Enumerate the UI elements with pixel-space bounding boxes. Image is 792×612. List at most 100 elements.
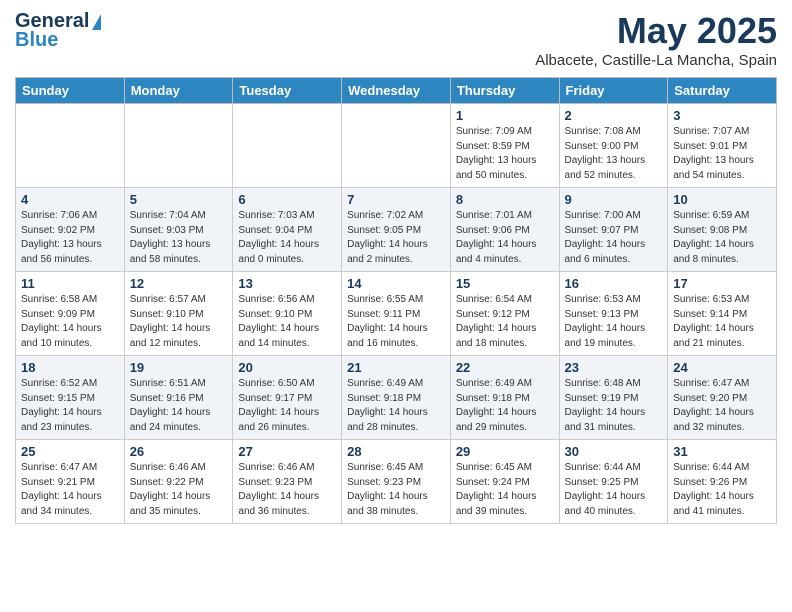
- day-cell: 5 Sunrise: 7:04 AM Sunset: 9:03 PM Daylig…: [124, 188, 233, 272]
- day-cell: [342, 104, 451, 188]
- day-info: Sunrise: 6:58 AM Sunset: 9:09 PM Dayligh…: [21, 293, 119, 351]
- day-cell: 2 Sunrise: 7:08 AM Sunset: 9:00 PM Daylig…: [559, 104, 668, 188]
- day-cell: 31 Sunrise: 6:44 AM Sunset: 9:26 PM Dayli…: [668, 440, 777, 524]
- day-info: Sunrise: 6:53 AM Sunset: 9:14 PM Dayligh…: [673, 293, 771, 351]
- day-number: 28: [347, 444, 445, 459]
- day-info: Sunrise: 6:47 AM Sunset: 9:20 PM Dayligh…: [673, 377, 771, 435]
- page-container: General Blue May 2025 Albacete, Castille…: [0, 0, 792, 534]
- col-monday: Monday: [124, 78, 233, 104]
- day-number: 9: [565, 192, 663, 207]
- day-info: Sunrise: 6:54 AM Sunset: 9:12 PM Dayligh…: [456, 293, 554, 351]
- day-cell: 19 Sunrise: 6:51 AM Sunset: 9:16 PM Dayli…: [124, 356, 233, 440]
- day-number: 6: [238, 192, 336, 207]
- day-number: 12: [130, 276, 228, 291]
- day-info: Sunrise: 7:04 AM Sunset: 9:03 PM Dayligh…: [130, 209, 228, 267]
- day-cell: 9 Sunrise: 7:00 AM Sunset: 9:07 PM Daylig…: [559, 188, 668, 272]
- day-cell: 6 Sunrise: 7:03 AM Sunset: 9:04 PM Daylig…: [233, 188, 342, 272]
- day-info: Sunrise: 6:44 AM Sunset: 9:26 PM Dayligh…: [673, 461, 771, 519]
- day-cell: [16, 104, 125, 188]
- day-number: 24: [673, 360, 771, 375]
- day-cell: 7 Sunrise: 7:02 AM Sunset: 9:05 PM Daylig…: [342, 188, 451, 272]
- day-cell: 8 Sunrise: 7:01 AM Sunset: 9:06 PM Daylig…: [450, 188, 559, 272]
- day-number: 14: [347, 276, 445, 291]
- day-info: Sunrise: 6:46 AM Sunset: 9:23 PM Dayligh…: [238, 461, 336, 519]
- day-cell: 16 Sunrise: 6:53 AM Sunset: 9:13 PM Dayli…: [559, 272, 668, 356]
- day-cell: 18Sunrise: 6:52 AM Sunset: 9:15 PM Dayli…: [16, 356, 125, 440]
- day-number: 22: [456, 360, 554, 375]
- col-saturday: Saturday: [668, 78, 777, 104]
- day-number: 3: [673, 108, 771, 123]
- day-number: 27: [238, 444, 336, 459]
- day-info: Sunrise: 6:55 AM Sunset: 9:11 PM Dayligh…: [347, 293, 445, 351]
- day-info: Sunrise: 7:00 AM Sunset: 9:07 PM Dayligh…: [565, 209, 663, 267]
- day-number: 17: [673, 276, 771, 291]
- day-info: Sunrise: 6:59 AM Sunset: 9:08 PM Dayligh…: [673, 209, 771, 267]
- day-cell: 12 Sunrise: 6:57 AM Sunset: 9:10 PM Dayli…: [124, 272, 233, 356]
- day-cell: 15Sunrise: 6:54 AM Sunset: 9:12 PM Dayli…: [450, 272, 559, 356]
- day-number: 25: [21, 444, 119, 459]
- day-cell: 4Sunrise: 7:06 AM Sunset: 9:02 PM Daylig…: [16, 188, 125, 272]
- week-row-5: 25Sunrise: 6:47 AM Sunset: 9:21 PM Dayli…: [16, 440, 777, 524]
- day-info: Sunrise: 7:01 AM Sunset: 9:06 PM Dayligh…: [456, 209, 554, 267]
- day-number: 21: [347, 360, 445, 375]
- col-tuesday: Tuesday: [233, 78, 342, 104]
- day-number: 23: [565, 360, 663, 375]
- day-cell: [233, 104, 342, 188]
- day-info: Sunrise: 7:02 AM Sunset: 9:05 PM Dayligh…: [347, 209, 445, 267]
- day-info: Sunrise: 7:07 AM Sunset: 9:01 PM Dayligh…: [673, 125, 771, 183]
- day-info: Sunrise: 6:49 AM Sunset: 9:18 PM Dayligh…: [347, 377, 445, 435]
- day-cell: 14 Sunrise: 6:55 AM Sunset: 9:11 PM Dayli…: [342, 272, 451, 356]
- day-cell: 3 Sunrise: 7:07 AM Sunset: 9:01 PM Daylig…: [668, 104, 777, 188]
- day-cell: 29Sunrise: 6:45 AM Sunset: 9:24 PM Dayli…: [450, 440, 559, 524]
- day-info: Sunrise: 6:51 AM Sunset: 9:16 PM Dayligh…: [130, 377, 228, 435]
- week-row-2: 4Sunrise: 7:06 AM Sunset: 9:02 PM Daylig…: [16, 188, 777, 272]
- day-number: 11: [21, 276, 119, 291]
- col-sunday: Sunday: [16, 78, 125, 104]
- day-cell: 28Sunrise: 6:45 AM Sunset: 9:23 PM Dayli…: [342, 440, 451, 524]
- day-cell: 13 Sunrise: 6:56 AM Sunset: 9:10 PM Dayli…: [233, 272, 342, 356]
- day-cell: 11 Sunrise: 6:58 AM Sunset: 9:09 PM Dayli…: [16, 272, 125, 356]
- day-number: 31: [673, 444, 771, 459]
- day-number: 8: [456, 192, 554, 207]
- logo-blue: Blue: [15, 29, 58, 52]
- day-cell: [124, 104, 233, 188]
- week-row-3: 11 Sunrise: 6:58 AM Sunset: 9:09 PM Dayli…: [16, 272, 777, 356]
- day-number: 26: [130, 444, 228, 459]
- day-info: Sunrise: 6:45 AM Sunset: 9:24 PM Dayligh…: [456, 461, 554, 519]
- day-info: Sunrise: 6:46 AM Sunset: 9:22 PM Dayligh…: [130, 461, 228, 519]
- day-info: Sunrise: 6:52 AM Sunset: 9:15 PM Dayligh…: [21, 377, 119, 435]
- calendar-table: Sunday Monday Tuesday Wednesday Thursday…: [15, 77, 777, 524]
- month-title: May 2025: [535, 10, 777, 52]
- day-cell: 23 Sunrise: 6:48 AM Sunset: 9:19 PM Dayli…: [559, 356, 668, 440]
- day-info: Sunrise: 7:06 AM Sunset: 9:02 PM Dayligh…: [21, 209, 119, 267]
- day-cell: 26 Sunrise: 6:46 AM Sunset: 9:22 PM Dayli…: [124, 440, 233, 524]
- day-info: Sunrise: 7:09 AM Sunset: 8:59 PM Dayligh…: [456, 125, 554, 183]
- day-number: 2: [565, 108, 663, 123]
- day-cell: 27 Sunrise: 6:46 AM Sunset: 9:23 PM Dayli…: [233, 440, 342, 524]
- col-wednesday: Wednesday: [342, 78, 451, 104]
- day-info: Sunrise: 6:57 AM Sunset: 9:10 PM Dayligh…: [130, 293, 228, 351]
- day-info: Sunrise: 6:48 AM Sunset: 9:19 PM Dayligh…: [565, 377, 663, 435]
- day-info: Sunrise: 7:03 AM Sunset: 9:04 PM Dayligh…: [238, 209, 336, 267]
- day-cell: 24 Sunrise: 6:47 AM Sunset: 9:20 PM Dayli…: [668, 356, 777, 440]
- day-number: 19: [130, 360, 228, 375]
- day-number: 13: [238, 276, 336, 291]
- day-number: 1: [456, 108, 554, 123]
- day-info: Sunrise: 6:53 AM Sunset: 9:13 PM Dayligh…: [565, 293, 663, 351]
- day-cell: 25Sunrise: 6:47 AM Sunset: 9:21 PM Dayli…: [16, 440, 125, 524]
- location: Albacete, Castille-La Mancha, Spain: [535, 52, 777, 69]
- day-number: 30: [565, 444, 663, 459]
- day-cell: 21 Sunrise: 6:49 AM Sunset: 9:18 PM Dayli…: [342, 356, 451, 440]
- day-number: 16: [565, 276, 663, 291]
- logo-triangle-icon: [92, 14, 101, 30]
- col-friday: Friday: [559, 78, 668, 104]
- day-info: Sunrise: 7:08 AM Sunset: 9:00 PM Dayligh…: [565, 125, 663, 183]
- day-cell: 30Sunrise: 6:44 AM Sunset: 9:25 PM Dayli…: [559, 440, 668, 524]
- day-info: Sunrise: 6:56 AM Sunset: 9:10 PM Dayligh…: [238, 293, 336, 351]
- day-number: 7: [347, 192, 445, 207]
- col-thursday: Thursday: [450, 78, 559, 104]
- title-block: May 2025 Albacete, Castille-La Mancha, S…: [535, 10, 777, 69]
- day-cell: 17 Sunrise: 6:53 AM Sunset: 9:14 PM Dayli…: [668, 272, 777, 356]
- header-row: Sunday Monday Tuesday Wednesday Thursday…: [16, 78, 777, 104]
- day-number: 5: [130, 192, 228, 207]
